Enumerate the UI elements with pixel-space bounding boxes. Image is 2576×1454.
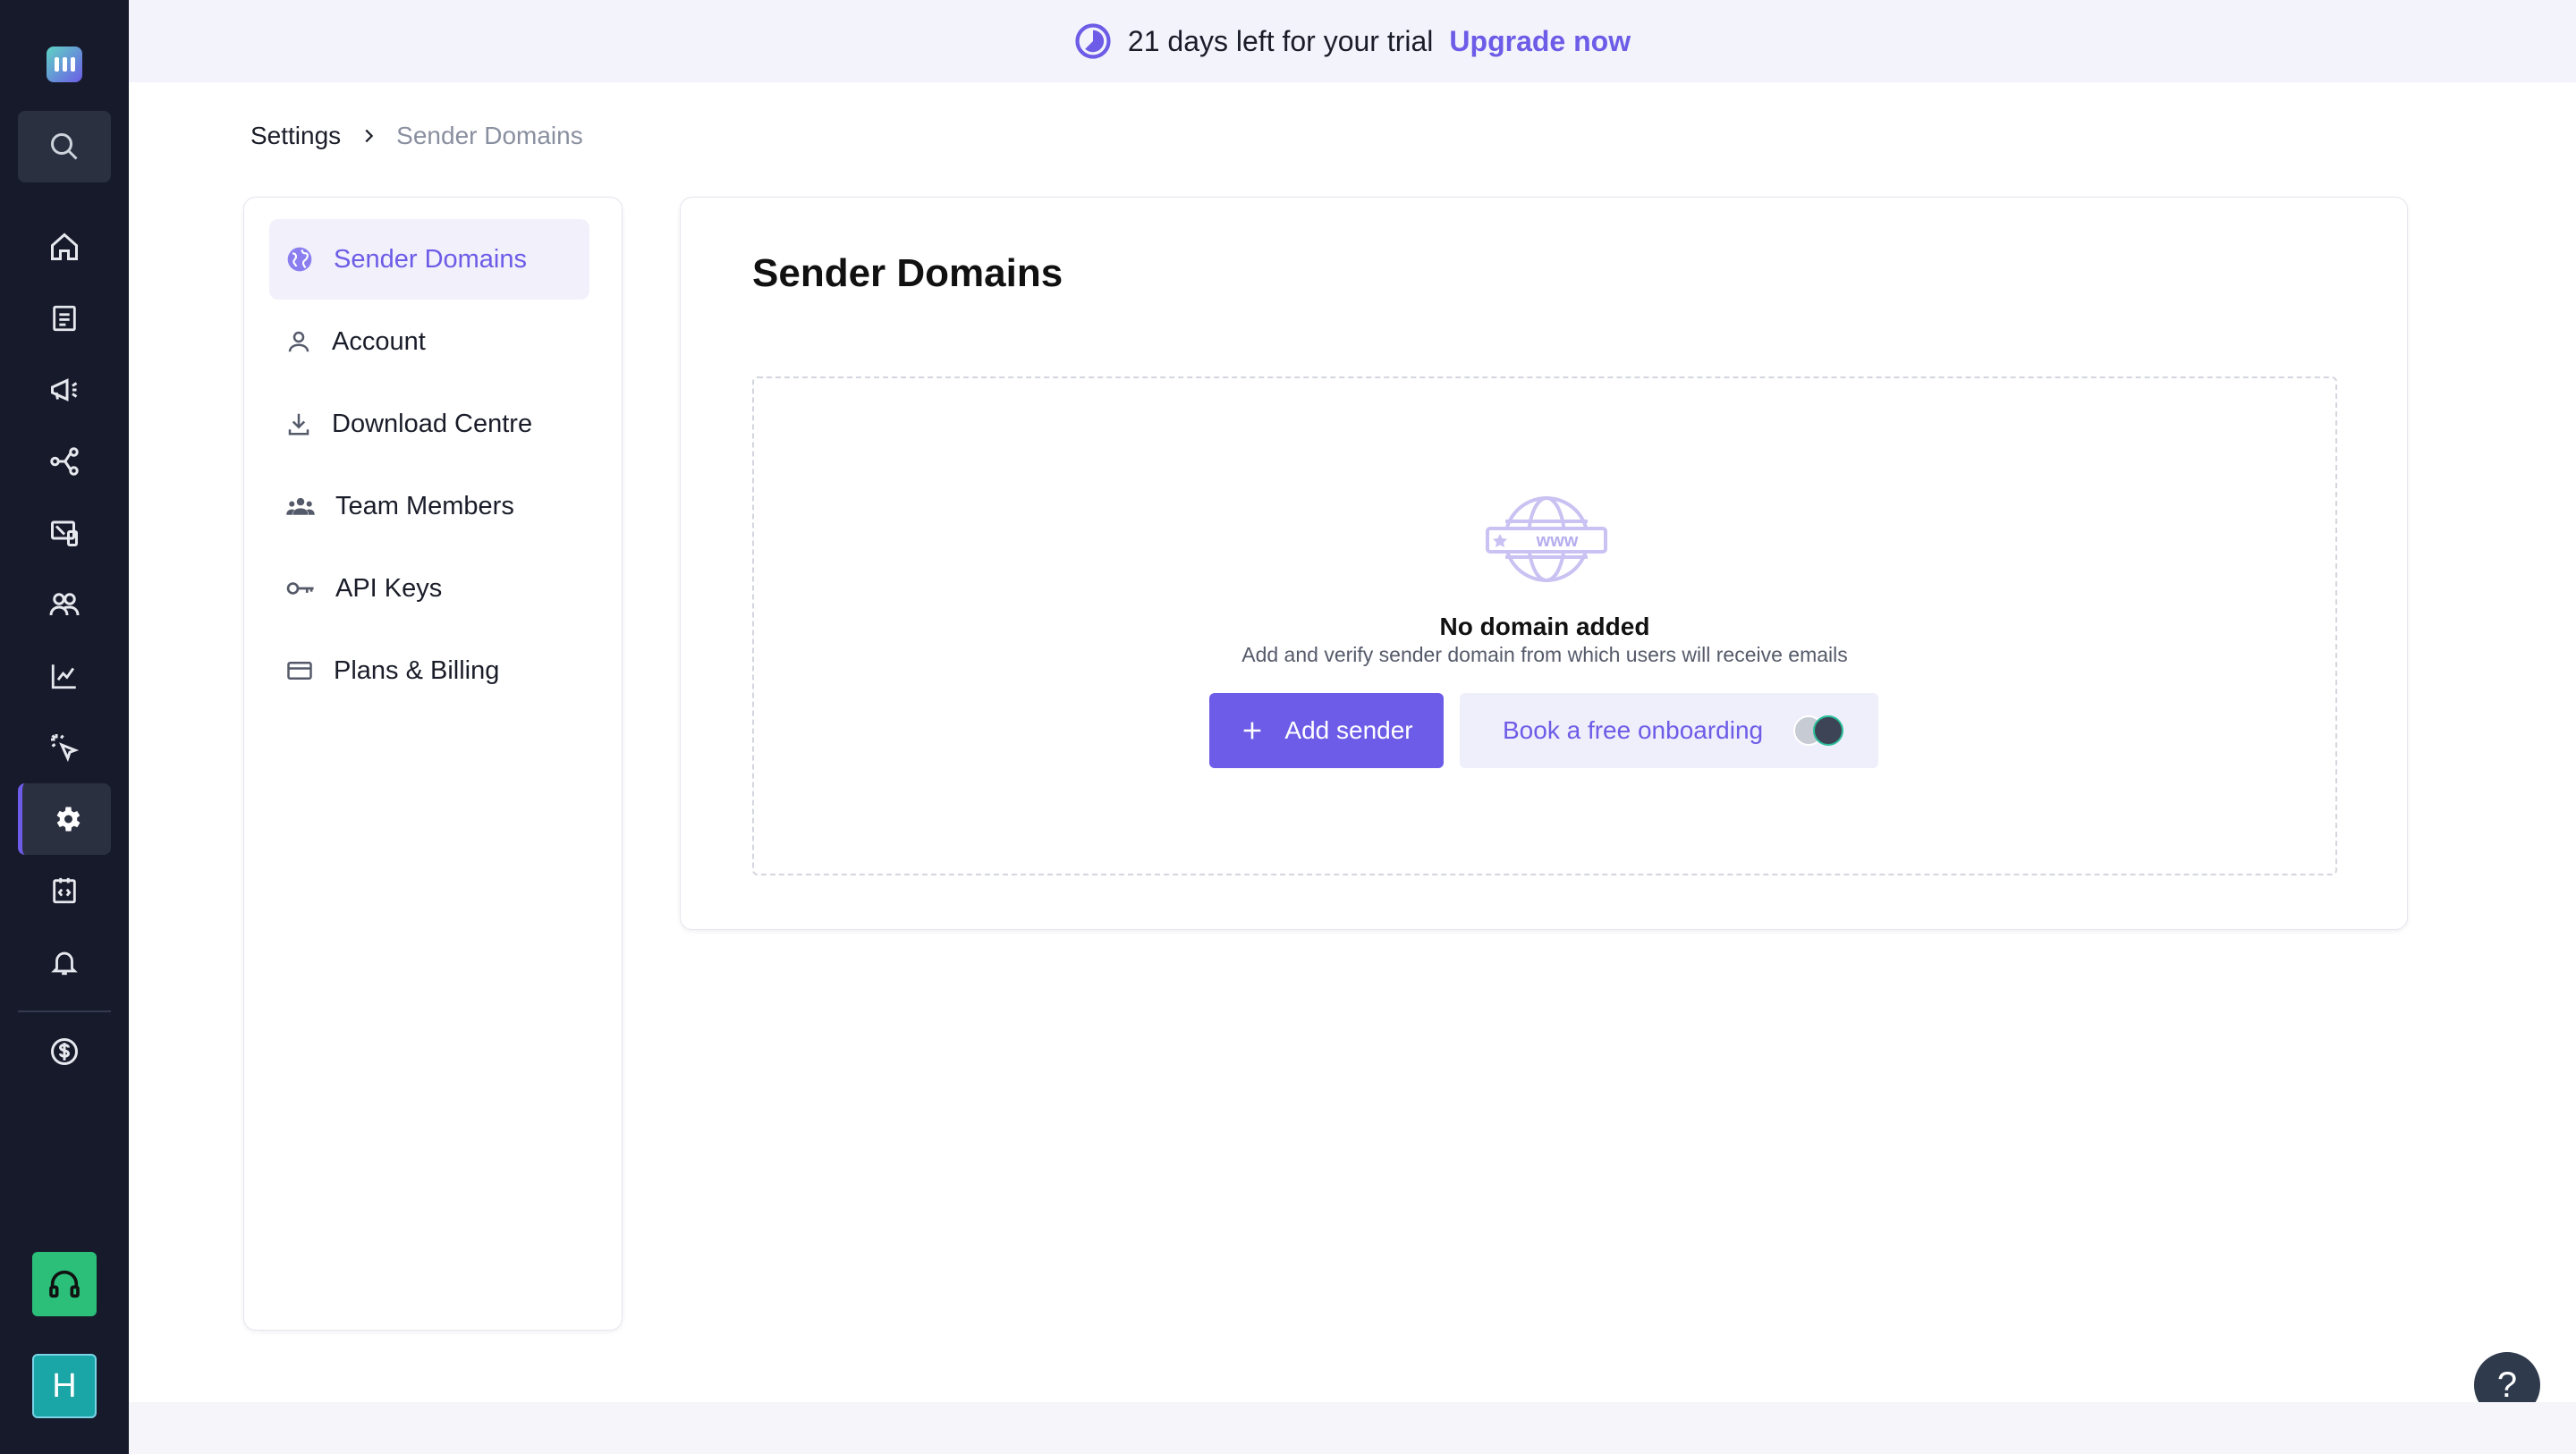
events-icon <box>51 734 80 763</box>
add-sender-button[interactable]: Add sender <box>1209 693 1444 768</box>
empty-state: www No domain added Add and verify sende… <box>752 376 2337 875</box>
rail-divider <box>18 1010 111 1012</box>
search-icon <box>51 133 78 160</box>
menu-item-sender-domains[interactable]: Sender Domains <box>269 219 589 300</box>
billing-icon <box>51 1038 78 1065</box>
developer-icon <box>53 877 76 904</box>
page-title: Sender Domains <box>752 251 1063 295</box>
left-rail: H <box>0 0 129 1454</box>
menu-item-label: Plans & Billing <box>334 655 500 685</box>
nav-templates[interactable] <box>18 283 111 354</box>
onboarding-avatar-icon <box>1813 715 1844 746</box>
breadcrumb-current: Sender Domains <box>396 122 583 149</box>
nav-developer[interactable] <box>18 855 111 926</box>
nav-billing[interactable] <box>18 1016 111 1087</box>
search-button[interactable] <box>18 111 111 182</box>
headphones-icon <box>49 1270 80 1298</box>
settings-icon <box>56 807 80 832</box>
settings-menu: Sender Domains Account Download Centre T… <box>243 197 623 1331</box>
menu-item-download-centre[interactable]: Download Centre <box>269 384 589 464</box>
app-logo-icon[interactable] <box>47 46 82 82</box>
key-icon <box>286 582 314 595</box>
menu-item-api-keys[interactable]: API Keys <box>269 548 589 629</box>
nav-analytics[interactable] <box>18 640 111 712</box>
user-avatar[interactable]: H <box>32 1354 97 1418</box>
empty-heading: No domain added <box>1439 613 1650 640</box>
plus-icon <box>1244 722 1261 740</box>
breadcrumb: Settings Sender Domains <box>250 122 583 150</box>
support-button[interactable] <box>32 1252 97 1316</box>
menu-item-account[interactable]: Account <box>269 301 589 382</box>
www-text: www <box>1536 531 1579 551</box>
book-onboarding-label: Book a free onboarding <box>1503 716 1764 744</box>
nav-notifications[interactable] <box>18 926 111 998</box>
nav-events[interactable] <box>18 712 111 783</box>
add-sender-label: Add sender <box>1284 716 1413 744</box>
chevron-right-icon <box>365 129 374 143</box>
sender-domains-card: Sender Domains www No domain added Add a… <box>680 197 2408 930</box>
trial-text: 21 days left for your trial <box>1127 24 1434 57</box>
campaigns-icon <box>51 378 78 402</box>
menu-item-label: API Keys <box>335 573 443 603</box>
menu-item-label: Team Members <box>335 491 514 520</box>
globe-icon <box>287 247 312 272</box>
nav-settings[interactable] <box>18 783 111 855</box>
www-globe-icon: www <box>1486 496 1607 582</box>
templates-icon <box>53 305 76 332</box>
team-icon <box>286 497 315 515</box>
menu-item-team-members[interactable]: Team Members <box>269 466 589 546</box>
nav-home[interactable] <box>18 211 111 283</box>
menu-item-plans-billing[interactable]: Plans & Billing <box>269 630 589 711</box>
journeys-icon <box>50 447 79 476</box>
nav-campaigns[interactable] <box>18 354 111 426</box>
user-icon <box>288 331 309 352</box>
upgrade-link[interactable]: Upgrade now <box>1449 25 1631 58</box>
menu-item-label: Sender Domains <box>334 244 527 274</box>
clock-half-icon <box>1075 23 1111 59</box>
book-onboarding-button[interactable]: Book a free onboarding <box>1460 693 1878 768</box>
empty-subtext: Add and verify sender domain from which … <box>1241 643 1848 666</box>
trial-banner: 21 days left for your trial Upgrade now <box>129 0 2576 82</box>
breadcrumb-settings[interactable]: Settings <box>250 122 341 150</box>
users-icon <box>49 593 80 616</box>
nav-users[interactable] <box>18 569 111 640</box>
home-icon <box>51 232 78 260</box>
card-icon <box>287 662 312 680</box>
inapp-icon <box>51 520 78 546</box>
analytics-icon <box>51 664 76 689</box>
nav-journeys[interactable] <box>18 426 111 497</box>
notifications-icon <box>51 951 78 976</box>
nav-inapp[interactable] <box>18 497 111 569</box>
menu-item-label: Download Centre <box>332 409 533 438</box>
onboarding-avatars <box>1793 715 1844 746</box>
download-icon <box>288 413 309 435</box>
menu-item-label: Account <box>332 326 426 356</box>
bottom-strip <box>129 1402 2576 1454</box>
